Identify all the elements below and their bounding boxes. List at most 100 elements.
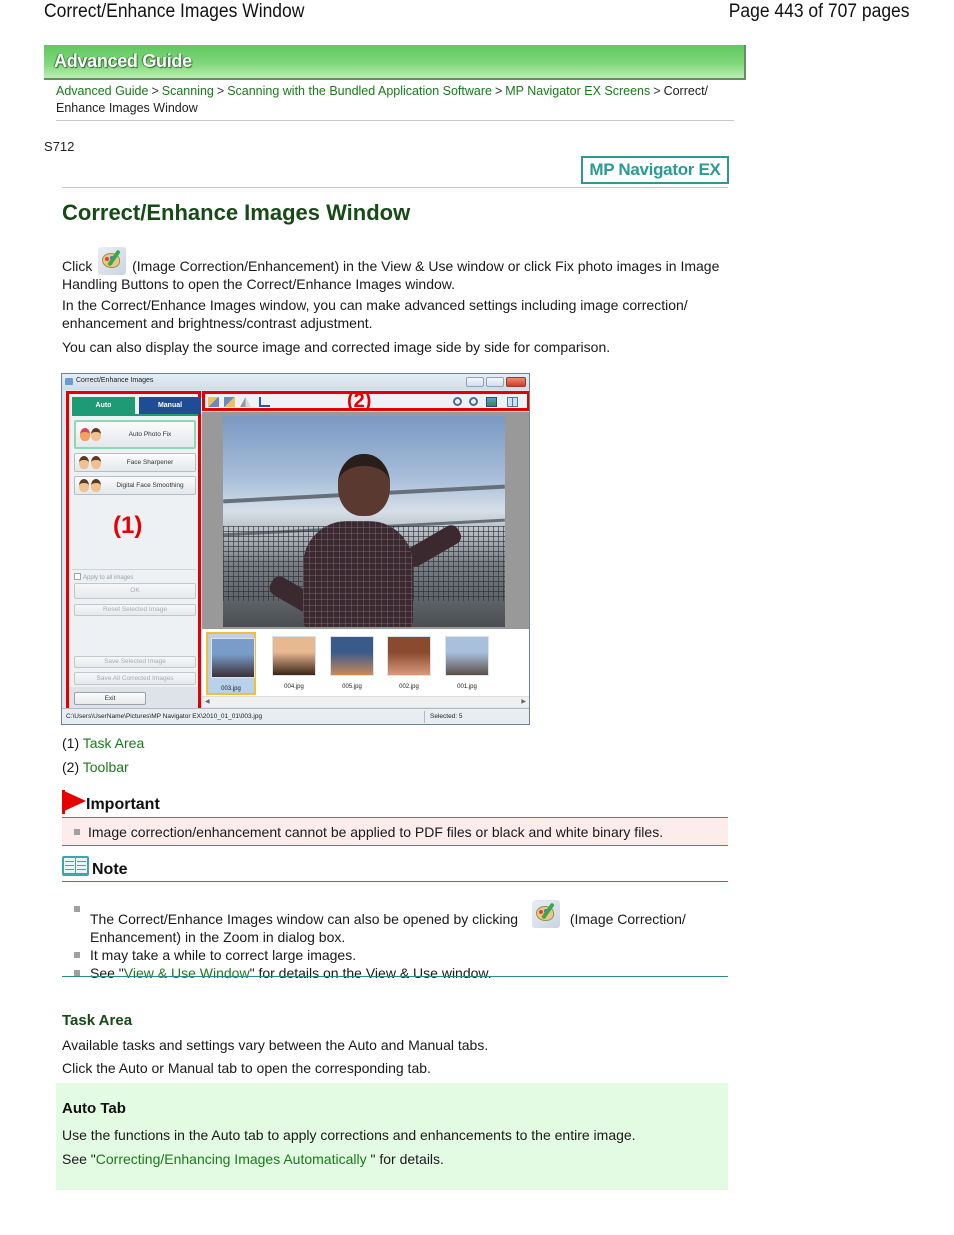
thumbnail-filename: 004.jpg (284, 684, 304, 690)
breadcrumb: Advanced Guide > Scanning > Scanning with th… (56, 83, 736, 117)
reset-selected-image-button[interactable]: Reset Selected Image (74, 604, 196, 616)
rotate-right-icon[interactable] (224, 397, 235, 407)
callout-item: (1) Task Area (62, 735, 144, 751)
toolbar-link[interactable]: Toolbar (83, 759, 129, 775)
status-divider (424, 711, 425, 723)
breadcrumb-mp-navigator-screens[interactable]: MP Navigator EX Screens (505, 84, 650, 98)
page-number: Page 443 of 707 pages (729, 1, 910, 22)
auto-tab-text: See " (62, 1151, 96, 1167)
photo-subject (303, 521, 413, 627)
photo-subject (338, 454, 390, 516)
scroll-left-icon[interactable]: ◀ (205, 698, 210, 705)
close-button[interactable] (506, 377, 526, 387)
full-screen-icon[interactable] (486, 397, 497, 407)
advanced-guide-banner: Advanced Guide (44, 45, 746, 80)
zoom-out-icon[interactable] (469, 397, 478, 406)
important-label: Important (86, 796, 160, 813)
thumbnail-item[interactable]: 002.jpg (384, 632, 434, 695)
task-area-pane: Auto Manual Auto Photo Fix Face Sharpene… (66, 391, 201, 711)
auto-photo-fix-button[interactable]: Auto Photo Fix (74, 420, 196, 449)
auto-tab-heading: Auto Tab (62, 1100, 126, 1117)
minimize-button[interactable] (466, 377, 484, 387)
note-item: It may take a while to correct large ima… (74, 946, 714, 964)
thumbnail-image (211, 638, 255, 678)
tab-underline (72, 414, 198, 416)
bullet-icon (74, 829, 80, 835)
task-area-paragraph-2: Click the Auto or Manual tab to open the… (62, 1060, 431, 1076)
exit-button[interactable]: Exit (74, 692, 146, 705)
digital-face-smoothing-label: Digital Face Smoothing (116, 482, 184, 489)
ok-button[interactable]: OK (74, 583, 196, 599)
app-window-title: Correct/Enhance Images (76, 377, 154, 384)
zoom-in-icon[interactable] (453, 397, 462, 406)
status-selected-count: Selected: 5 (430, 713, 463, 720)
app-titlebar: Correct/Enhance Images (62, 374, 529, 390)
breadcrumb-advanced-guide[interactable]: Advanced Guide (56, 84, 148, 98)
horizontal-scrollbar[interactable]: ◀ ▶ (202, 696, 529, 707)
pane-divider (72, 569, 196, 570)
thumbnail-item[interactable]: 005.jpg (327, 632, 377, 695)
thumbnail-image (330, 636, 374, 676)
callout-list: (1) Task Area (62, 735, 144, 751)
save-selected-image-button[interactable]: Save Selected Image (74, 656, 196, 668)
note-item-text: See " (90, 965, 124, 981)
breadcrumb-scanning-bundled-software[interactable]: Scanning with the Bundled Application So… (227, 84, 492, 98)
note-item: See "View & Use Window" for details on t… (74, 964, 714, 982)
auto-tab-paragraph-2: See "Correcting/Enhancing Images Automat… (62, 1151, 444, 1167)
auto-tab-paragraph-1: Use the functions in the Auto tab to app… (62, 1127, 636, 1143)
thumbnail-image (387, 636, 431, 676)
preview-image (223, 416, 505, 627)
page-header-title: Correct/Enhance Images Window (44, 1, 305, 22)
image-correction-icon (98, 247, 127, 275)
apply-all-checkbox[interactable]: Apply to all images (74, 573, 133, 581)
view-use-window-link[interactable]: View & Use Window (124, 965, 250, 981)
correcting-images-automatically-link[interactable]: Correcting/Enhancing Images Automaticall… (96, 1151, 367, 1167)
breadcrumb-scanning[interactable]: Scanning (162, 84, 214, 98)
toolbar: (2) (202, 390, 529, 412)
breadcrumb-separator: > (494, 84, 503, 98)
note-divider-top (62, 881, 728, 882)
note-item-text: The Correct/Enhance Images window can al… (90, 911, 519, 927)
auto-photo-fix-label: Auto Photo Fix (128, 431, 172, 438)
tab-auto[interactable]: Auto (72, 397, 135, 414)
face-sharpener-icon (79, 456, 103, 470)
thumbnail-image (272, 636, 316, 676)
status-file-path: C:\Users\UserName\Pictures\MP Navigator … (66, 713, 263, 720)
preview-area (202, 412, 529, 629)
product-badge: MP Navigator EX (581, 156, 729, 184)
thumbnail-filename: 005.jpg (342, 684, 362, 690)
face-sharpener-button[interactable]: Face Sharpener (74, 453, 196, 472)
checkbox-box[interactable] (74, 573, 81, 580)
callout-list: (2) Toolbar (62, 759, 129, 775)
auto-tab-text: " for details. (366, 1151, 444, 1167)
callout-number: (2) (62, 759, 80, 775)
scroll-right-icon[interactable]: ▶ (521, 698, 526, 705)
thumbnail-item[interactable]: 001.jpg (442, 632, 492, 695)
save-all-corrected-images-button[interactable]: Save All Corrected Images (74, 672, 196, 685)
intro-click-text: Click (62, 258, 93, 274)
callout-item: (2) Toolbar (62, 759, 129, 775)
note-list: The Correct/Enhance Images window can al… (74, 900, 714, 982)
compare-icon[interactable] (507, 397, 518, 407)
status-bar: C:\Users\UserName\Pictures\MP Navigator … (62, 708, 529, 724)
digital-face-smoothing-button[interactable]: Digital Face Smoothing (74, 476, 196, 495)
mirror-icon[interactable] (240, 397, 251, 407)
rotate-left-icon[interactable] (208, 397, 219, 407)
page-title: Correct/Enhance Images Window (62, 200, 411, 225)
task-area-callout-label: (1) (113, 512, 143, 539)
auto-tab-section: Auto Tab Use the functions in the Auto t… (56, 1083, 728, 1190)
tab-manual[interactable]: Manual (139, 397, 201, 414)
app-window-screenshot: Correct/Enhance Images Auto Manual Auto … (61, 373, 530, 725)
flag-pole (62, 790, 65, 814)
maximize-button[interactable] (486, 377, 504, 387)
task-area-link[interactable]: Task Area (83, 735, 144, 751)
breadcrumb-separator: > (151, 84, 159, 98)
important-item: Image correction/enhancement cannot be a… (74, 824, 663, 840)
bullet-icon (74, 952, 80, 958)
flag-icon (62, 790, 86, 812)
thumbnail-item[interactable]: 003.jpg (206, 632, 256, 695)
thumbnail-item[interactable]: 004.jpg (269, 632, 319, 695)
intro-text-after-icon: (Image Correction/Enhancement) in the Vi… (62, 258, 720, 292)
toolbar-callout-label: (2) (347, 390, 372, 412)
crop-icon[interactable] (259, 397, 270, 407)
